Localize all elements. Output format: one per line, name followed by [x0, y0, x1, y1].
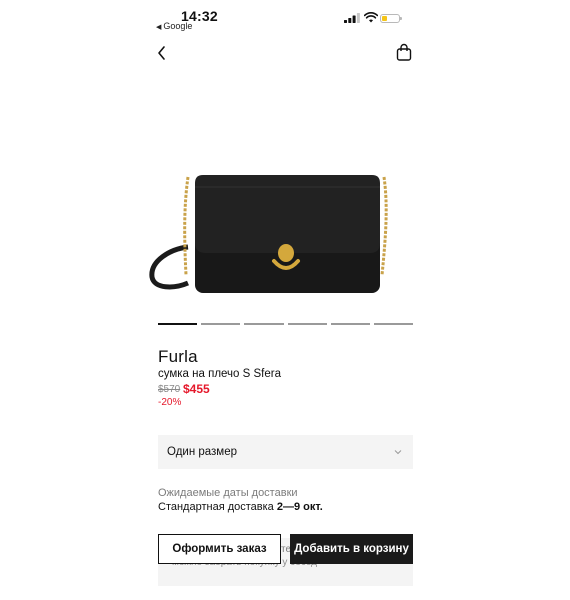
back-arrow-icon: ◀ [156, 24, 162, 31]
carousel-segment[interactable] [201, 323, 241, 325]
signal-icon [344, 13, 360, 23]
delivery-info: Стандартная доставка 2—9 окт. [158, 501, 323, 513]
chevron-left-icon [158, 46, 165, 60]
size-select[interactable]: Один размер [158, 435, 413, 469]
carousel-segment[interactable] [330, 323, 370, 325]
carousel-segment[interactable] [287, 323, 327, 325]
shopping-bag-icon [396, 43, 412, 61]
delivery-dates: 2—9 окт. [276, 501, 323, 513]
product-brand[interactable]: Furla [158, 347, 198, 367]
battery-icon [380, 14, 402, 23]
carousel-segment[interactable] [244, 323, 284, 325]
product-image[interactable] [140, 165, 430, 305]
cart-button[interactable] [394, 42, 414, 64]
size-select-value: Один размер [167, 446, 238, 458]
delivery-method: Стандартная доставка [158, 501, 274, 513]
back-button[interactable] [152, 42, 172, 64]
product-name: сумка на плечо S Sfera [158, 368, 281, 380]
battery-level [382, 16, 387, 21]
battery-nub [400, 17, 402, 20]
back-app-label: Google [163, 21, 193, 31]
back-to-app-link[interactable]: ◀ Google [156, 21, 192, 31]
carousel-segment[interactable] [373, 323, 414, 325]
add-to-cart-button[interactable]: Добавить в корзину [290, 534, 413, 564]
checkout-button[interactable]: Оформить заказ [158, 534, 281, 564]
old-price: $570 [158, 384, 181, 395]
delivery-title: Ожидаемые даты доставки [158, 487, 298, 499]
discount-badge: -20% [158, 397, 182, 408]
chevron-down-icon [394, 450, 402, 455]
image-carousel-indicator[interactable] [158, 323, 414, 326]
sale-price: $455 [183, 382, 210, 396]
carousel-segment[interactable] [158, 323, 198, 325]
wifi-icon [364, 12, 378, 23]
